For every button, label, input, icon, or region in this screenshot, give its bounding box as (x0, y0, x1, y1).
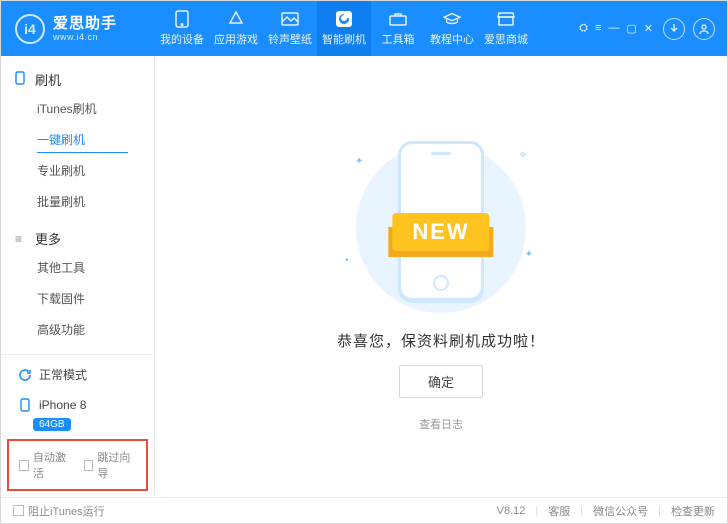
wechat-link[interactable]: 微信公众号 (593, 503, 648, 519)
sidebar-item-other-tools[interactable]: 其他工具 (1, 252, 154, 283)
device-mode-label: 正常模式 (39, 366, 87, 383)
tab-label: 教程中心 (430, 31, 474, 47)
refresh-icon (17, 367, 33, 383)
app-subtitle: www.i4.cn (53, 32, 117, 42)
sidebar-group-flash[interactable]: 刷机 (1, 64, 154, 93)
sidebar-item-download-firmware[interactable]: 下载固件 (1, 283, 154, 314)
sidebar-item-itunes-flash[interactable]: iTunes刷机 (1, 93, 154, 124)
skip-guide-checkbox[interactable]: 跳过向导 (84, 449, 137, 481)
menu-icon[interactable]: ≡ (595, 22, 601, 35)
tab-label: 应用游戏 (214, 31, 258, 47)
sidebar-group-title: 刷机 (35, 70, 61, 89)
tab-label: 智能刷机 (322, 31, 366, 47)
menu-icon: ≡ (15, 232, 29, 246)
minimize-icon[interactable]: — (608, 22, 619, 35)
window-controls: ⛭ ≡ — ▢ ✕ (579, 22, 653, 35)
flash-options-highlight: 自动激活 跳过向导 (7, 439, 148, 491)
refresh-icon (335, 10, 353, 28)
phone-icon (17, 397, 33, 413)
tab-toolbox[interactable]: 工具箱 (371, 1, 425, 56)
logo-icon: i4 (15, 14, 45, 44)
sidebar-item-advanced[interactable]: 高级功能 (1, 314, 154, 345)
auto-activate-checkbox[interactable]: 自动激活 (19, 449, 72, 481)
settings-icon[interactable]: ⛭ (579, 22, 588, 35)
version-label: V8.12 (497, 505, 526, 517)
store-icon (497, 10, 515, 28)
tab-my-device[interactable]: 我的设备 (155, 1, 209, 56)
phone-icon (15, 71, 29, 88)
device-name: iPhone 8 (39, 398, 86, 412)
maximize-icon[interactable]: ▢ (626, 22, 636, 35)
tab-flash[interactable]: 智能刷机 (317, 1, 371, 56)
device-mode[interactable]: 正常模式 (11, 363, 144, 386)
graduation-icon (443, 10, 461, 28)
main-panel: ✦✧•✦ NEW 恭喜您，保资料刷机成功啦！ 确定 查看日志 (155, 56, 727, 497)
success-illustration: ✦✧•✦ NEW (341, 126, 541, 316)
new-ribbon: NEW (392, 213, 489, 251)
download-button[interactable] (663, 18, 685, 40)
sidebar-group-title: 更多 (35, 229, 61, 248)
image-icon (281, 10, 299, 28)
device-icon (173, 10, 191, 28)
status-bar: 阻止iTunes运行 V8.12 | 客服 | 微信公众号 | 检查更新 (1, 497, 727, 523)
tab-label: 铃声壁纸 (268, 31, 312, 47)
tab-tutorials[interactable]: 教程中心 (425, 1, 479, 56)
tab-label: 工具箱 (382, 31, 415, 47)
tab-label: 爱思商城 (484, 31, 528, 47)
tab-apps[interactable]: 应用游戏 (209, 1, 263, 56)
success-message: 恭喜您，保资料刷机成功啦！ (337, 330, 545, 351)
sidebar-item-batch-flash[interactable]: 批量刷机 (1, 186, 154, 217)
sidebar-item-pro-flash[interactable]: 专业刷机 (1, 155, 154, 186)
sidebar: 刷机 iTunes刷机 一键刷机 专业刷机 批量刷机 ≡ 更多 其他工具 下载固… (1, 56, 155, 497)
device-info[interactable]: iPhone 8 64GB (11, 394, 144, 431)
tab-ringtones[interactable]: 铃声壁纸 (263, 1, 317, 56)
sidebar-item-oneclick-flash[interactable]: 一键刷机 (1, 124, 154, 155)
sidebar-group-more[interactable]: ≡ 更多 (1, 223, 154, 252)
header-tabs: 我的设备 应用游戏 铃声壁纸 智能刷机 (155, 1, 533, 56)
check-update-link[interactable]: 检查更新 (671, 503, 715, 519)
apps-icon (227, 10, 245, 28)
device-storage-badge: 64GB (33, 418, 71, 431)
tab-label: 我的设备 (160, 31, 204, 47)
ok-button[interactable]: 确定 (399, 365, 483, 398)
tab-store[interactable]: 爱思商城 (479, 1, 533, 56)
app-header: i4 爱思助手 www.i4.cn 我的设备 应用游戏 (1, 1, 727, 56)
app-title: 爱思助手 (53, 15, 117, 32)
app-logo: i4 爱思助手 www.i4.cn (1, 1, 155, 56)
view-log-link[interactable]: 查看日志 (419, 416, 463, 432)
user-button[interactable] (693, 18, 715, 40)
block-itunes-checkbox[interactable]: 阻止iTunes运行 (13, 503, 105, 519)
toolbox-icon (389, 10, 407, 28)
support-link[interactable]: 客服 (548, 503, 570, 519)
close-icon[interactable]: ✕ (644, 22, 653, 35)
